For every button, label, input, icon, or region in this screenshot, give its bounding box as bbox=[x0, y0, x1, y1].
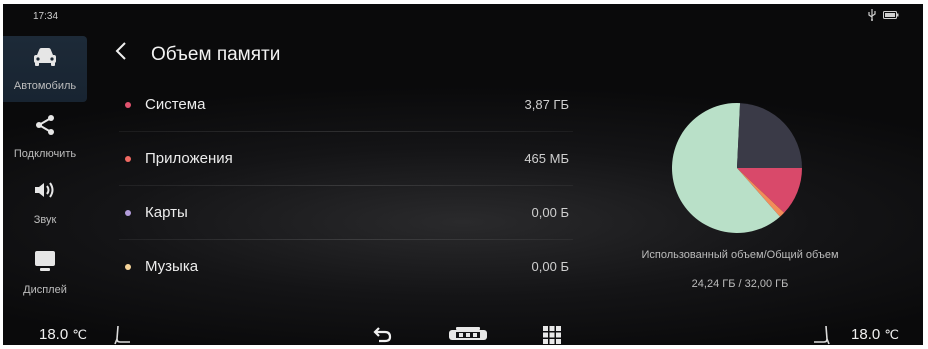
temp-left[interactable]: 18.0 ℃ bbox=[39, 326, 87, 343]
storage-pie-chart bbox=[672, 103, 802, 233]
list-item-apps[interactable]: Приложения 465 МБ bbox=[115, 132, 573, 186]
back-button[interactable] bbox=[107, 38, 135, 68]
item-name: Приложения bbox=[145, 150, 233, 167]
car-icon bbox=[3, 46, 87, 70]
car-front-icon[interactable] bbox=[448, 323, 488, 345]
sidebar-item-label: Дисплей bbox=[23, 284, 67, 296]
pie-slice bbox=[737, 103, 802, 168]
infotainment-screen: 17:34 Автомобиль Подключить Звук Дисплей… bbox=[3, 4, 923, 345]
bottom-bar: 18.0 ℃ 18.0 ℃ bbox=[3, 305, 923, 345]
sidebar-item-car[interactable]: Автомобиль bbox=[3, 36, 87, 102]
item-value: 3,87 ГБ bbox=[524, 97, 569, 112]
clock: 17:34 bbox=[33, 11, 59, 22]
back-arrow-icon[interactable] bbox=[373, 323, 393, 345]
item-name: Карты bbox=[145, 204, 188, 221]
item-value: 0,00 Б bbox=[531, 205, 569, 220]
page-title: Объем памяти bbox=[151, 44, 281, 65]
color-dot bbox=[125, 102, 131, 108]
item-name: Система bbox=[145, 96, 206, 113]
color-dot bbox=[125, 156, 131, 162]
temp-right[interactable]: 18.0 ℃ bbox=[851, 326, 899, 343]
color-dot bbox=[125, 264, 131, 270]
usb-icon bbox=[867, 9, 877, 21]
temp-unit: ℃ bbox=[884, 327, 899, 342]
share-icon bbox=[3, 114, 87, 138]
seat-right-icon[interactable] bbox=[811, 323, 831, 345]
item-name: Музыка bbox=[145, 258, 199, 275]
apps-grid-icon[interactable] bbox=[543, 323, 561, 345]
color-dot bbox=[125, 210, 131, 216]
temp-left-value: 18.0 bbox=[39, 326, 69, 343]
list-item-music[interactable]: Музыка 0,00 Б bbox=[115, 240, 573, 294]
status-icons bbox=[867, 9, 899, 21]
chart-caption: Использованный объем/Общий объем bbox=[641, 249, 839, 261]
chart-total: 24,24 ГБ / 32,00 ГБ bbox=[691, 278, 789, 290]
list-item-maps[interactable]: Карты 0,00 Б bbox=[115, 186, 573, 240]
speaker-icon bbox=[3, 180, 87, 204]
sidebar: Автомобиль Подключить Звук Дисплей bbox=[3, 28, 87, 305]
sidebar-item-label: Автомобиль bbox=[13, 80, 77, 92]
sidebar-item-label: Подключить bbox=[13, 148, 77, 160]
sidebar-item-label: Звук bbox=[33, 214, 57, 226]
seat-left-icon[interactable] bbox=[113, 323, 133, 345]
list-item-system[interactable]: Система 3,87 ГБ bbox=[115, 78, 573, 132]
battery-icon bbox=[883, 10, 899, 20]
chevron-left-icon bbox=[114, 41, 128, 66]
sidebar-item-sound[interactable]: Звук bbox=[3, 170, 87, 236]
status-bar: 17:34 bbox=[3, 4, 923, 28]
display-icon bbox=[3, 250, 87, 274]
item-value: 465 МБ bbox=[524, 151, 569, 166]
temp-unit: ℃ bbox=[72, 327, 87, 342]
item-value: 0,00 Б bbox=[531, 259, 569, 274]
temp-right-value: 18.0 bbox=[851, 326, 881, 343]
sidebar-item-connect[interactable]: Подключить bbox=[3, 104, 87, 170]
sidebar-item-display[interactable]: Дисплей bbox=[3, 240, 87, 306]
